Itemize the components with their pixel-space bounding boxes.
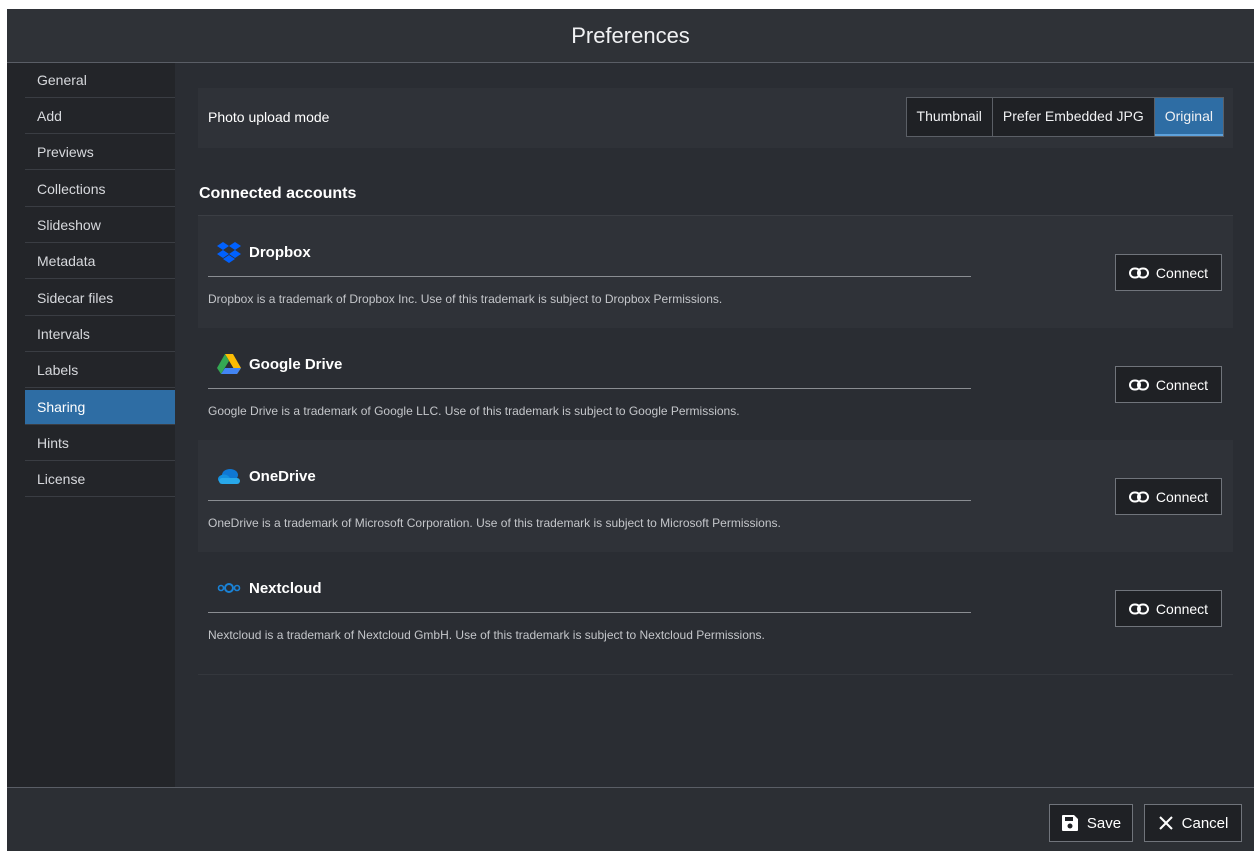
account-name: Nextcloud: [249, 580, 322, 597]
account-description: Dropbox is a trademark of Dropbox Inc. U…: [208, 292, 723, 306]
sharing-panel: Photo upload mode Thumbnail Prefer Embed…: [175, 63, 1254, 787]
onedrive-icon: [218, 469, 240, 484]
connect-dropbox-button[interactable]: Connect: [1115, 254, 1222, 291]
account-dropbox: Dropbox Dropbox is a trademark of Dropbo…: [198, 216, 1233, 328]
preferences-dialog: Preferences General Add Previews Collect…: [7, 9, 1254, 851]
save-icon: [1061, 815, 1078, 831]
account-description: Nextcloud is a trademark of Nextcloud Gm…: [208, 628, 765, 642]
upload-option-original[interactable]: Original: [1154, 98, 1223, 136]
save-button[interactable]: Save: [1049, 804, 1133, 842]
photo-upload-mode-row: Photo upload mode Thumbnail Prefer Embed…: [198, 88, 1233, 148]
google-drive-icon: [217, 354, 241, 374]
close-icon: [1158, 816, 1173, 830]
cancel-label: Cancel: [1181, 814, 1229, 832]
connect-nextcloud-button[interactable]: Connect: [1115, 590, 1222, 627]
link-icon: [1128, 267, 1149, 278]
divider: [208, 612, 971, 613]
account-description: OneDrive is a trademark of Microsoft Cor…: [208, 516, 781, 530]
sidebar-item-general[interactable]: General: [25, 63, 175, 98]
account-nextcloud: Nextcloud Nextcloud is a trademark of Ne…: [198, 552, 1233, 664]
divider: [208, 500, 971, 501]
photo-upload-mode-selector: Thumbnail Prefer Embedded JPG Original: [905, 97, 1224, 137]
sidebar: General Add Previews Collections Slidesh…: [7, 63, 175, 787]
sidebar-item-hints[interactable]: Hints: [25, 426, 175, 461]
link-icon: [1128, 379, 1149, 390]
sidebar-item-add[interactable]: Add: [25, 99, 175, 134]
connect-label: Connect: [1155, 488, 1209, 505]
account-name: Google Drive: [249, 356, 343, 373]
nextcloud-icon: [217, 583, 241, 593]
sidebar-item-metadata[interactable]: Metadata: [25, 244, 175, 279]
link-icon: [1128, 603, 1149, 614]
account-description: Google Drive is a trademark of Google LL…: [208, 404, 740, 418]
account-google-drive: Google Drive Google Drive is a trademark…: [198, 328, 1233, 440]
upload-option-prefer-embedded-jpg[interactable]: Prefer Embedded JPG: [993, 98, 1155, 136]
connected-accounts-heading: Connected accounts: [199, 185, 357, 202]
sidebar-item-slideshow[interactable]: Slideshow: [25, 208, 175, 243]
connect-label: Connect: [1155, 376, 1209, 393]
sidebar-item-sharing[interactable]: Sharing: [25, 390, 175, 425]
dialog-titlebar: Preferences: [7, 9, 1254, 63]
sidebar-item-sidecar-files[interactable]: Sidecar files: [25, 281, 175, 316]
divider: [198, 674, 1233, 675]
sidebar-item-license[interactable]: License: [25, 462, 175, 497]
save-label: Save: [1086, 814, 1122, 832]
account-name: OneDrive: [249, 468, 316, 485]
sidebar-item-intervals[interactable]: Intervals: [25, 317, 175, 352]
dialog-footer: Save Cancel: [7, 787, 1254, 851]
link-icon: [1128, 491, 1149, 502]
sidebar-item-collections[interactable]: Collections: [25, 172, 175, 207]
connect-google-drive-button[interactable]: Connect: [1115, 366, 1222, 403]
divider: [208, 388, 971, 389]
sidebar-item-labels[interactable]: Labels: [25, 353, 175, 388]
photo-upload-mode-label: Photo upload mode: [208, 109, 330, 125]
connect-onedrive-button[interactable]: Connect: [1115, 478, 1222, 515]
cancel-button[interactable]: Cancel: [1144, 804, 1242, 842]
connect-label: Connect: [1155, 264, 1209, 281]
dropbox-icon: [217, 242, 241, 263]
dialog-title: Preferences: [571, 22, 690, 48]
sidebar-item-previews[interactable]: Previews: [25, 135, 175, 170]
divider: [208, 276, 971, 277]
upload-option-thumbnail[interactable]: Thumbnail: [907, 98, 993, 136]
account-onedrive: OneDrive OneDrive is a trademark of Micr…: [198, 440, 1233, 552]
connect-label: Connect: [1155, 600, 1209, 617]
account-name: Dropbox: [249, 244, 311, 261]
